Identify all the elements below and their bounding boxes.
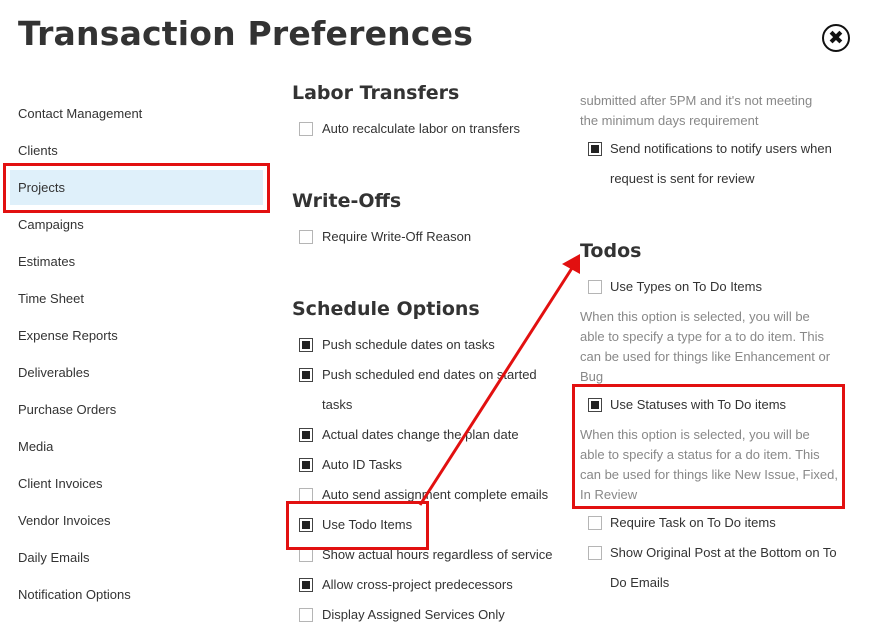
annotation-arrow (418, 254, 580, 506)
